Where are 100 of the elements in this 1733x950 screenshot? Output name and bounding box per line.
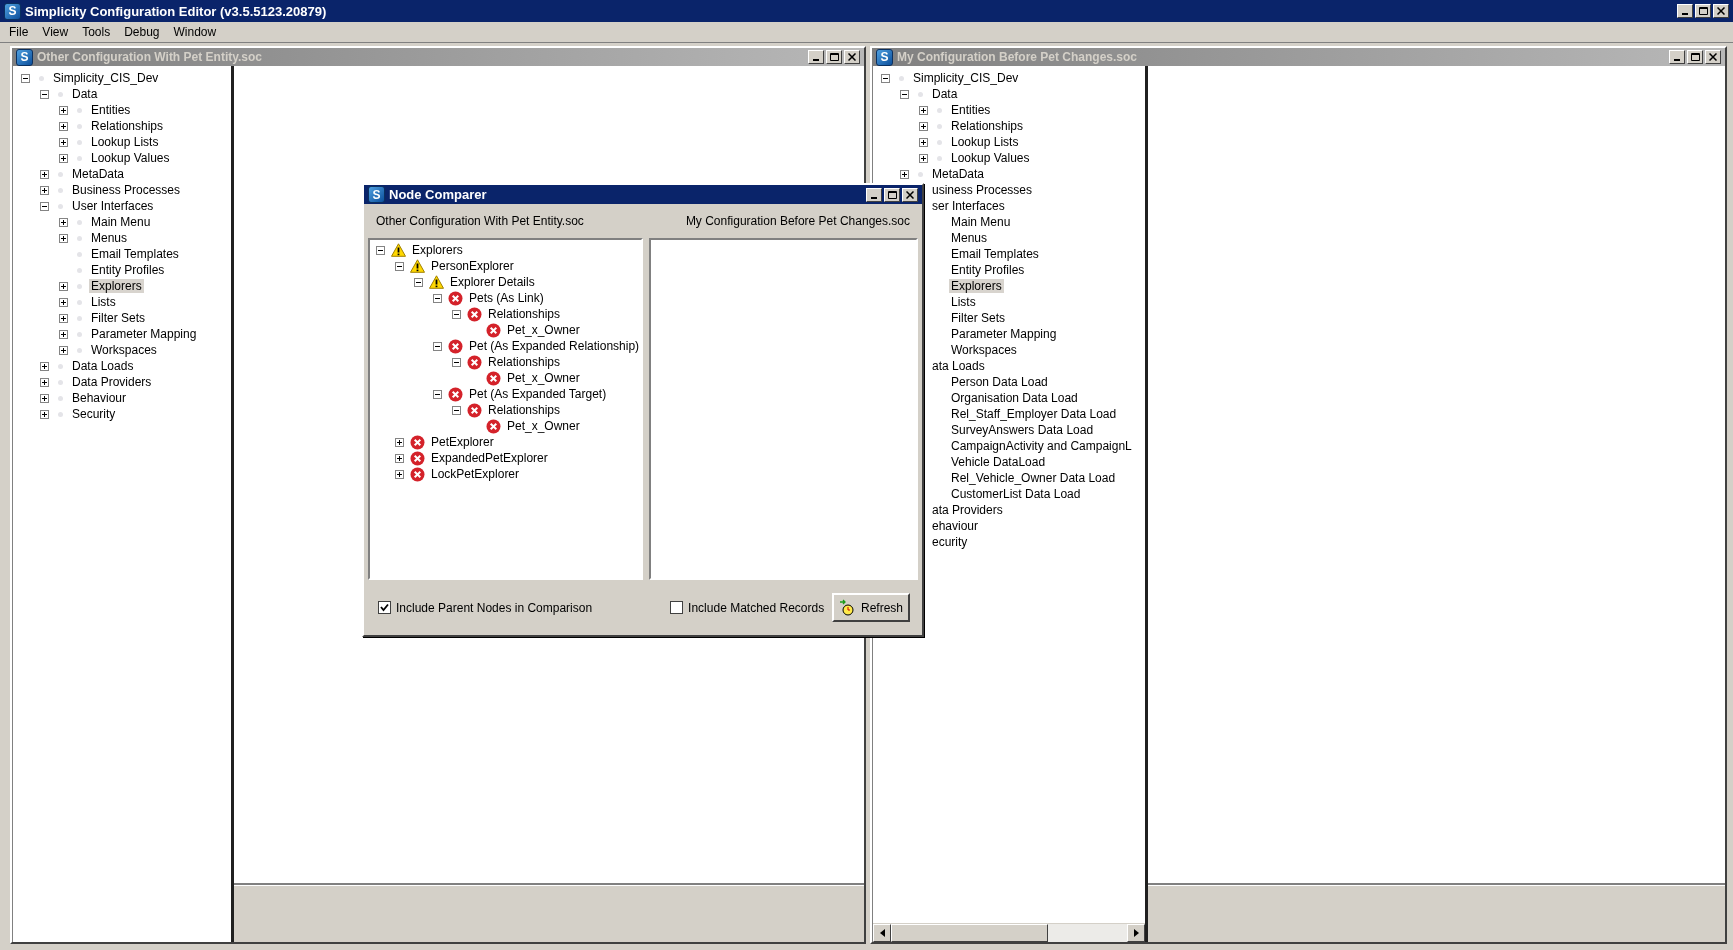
tree-item[interactable]: Explorers (410, 243, 465, 257)
tree-item[interactable]: Relationships (949, 119, 1026, 133)
tree-item[interactable]: Relationships (486, 355, 563, 369)
tree-item[interactable]: Menus (89, 231, 130, 245)
tree-item[interactable]: Pet (As Expanded Relationship) (467, 339, 642, 353)
minimize-button[interactable] (808, 50, 824, 64)
expand-icon[interactable] (39, 377, 49, 387)
tree-item[interactable]: Entity Profiles (949, 263, 1027, 277)
collapse-icon[interactable] (451, 357, 461, 367)
expand-icon[interactable] (58, 281, 68, 291)
menu-item[interactable]: View (35, 25, 76, 39)
expand-icon[interactable] (58, 105, 68, 115)
minimize-button[interactable] (1669, 50, 1685, 64)
collapse-icon[interactable] (394, 261, 404, 271)
tree-item[interactable]: PersonExplorer (429, 259, 516, 273)
tree-item[interactable]: Explorers (89, 279, 144, 293)
tree-item[interactable]: Email Templates (89, 247, 181, 261)
collapse-icon[interactable] (20, 73, 30, 83)
collapse-icon[interactable] (413, 277, 423, 287)
tree-item[interactable]: CampaignActivity and CampaignL (949, 439, 1134, 453)
checkbox[interactable] (378, 601, 391, 614)
tree-item[interactable]: ser Interfaces (930, 199, 1007, 213)
tree-item[interactable]: Organisation Data Load (949, 391, 1080, 405)
tree-item[interactable]: Pets (As Link) (467, 291, 546, 305)
expand-icon[interactable] (39, 361, 49, 371)
tree-item[interactable]: Data (930, 87, 960, 101)
tree-item[interactable]: Rel_Staff_Employer Data Load (949, 407, 1119, 421)
tree-item[interactable]: Explorers (949, 279, 1004, 293)
menu-item[interactable]: File (2, 25, 36, 39)
maximize-button[interactable] (1687, 50, 1703, 64)
tree-item[interactable]: PetExplorer (429, 435, 496, 449)
minimize-button[interactable] (1677, 4, 1693, 18)
menu-item[interactable]: Window (166, 25, 224, 39)
tree-item[interactable]: Main Menu (89, 215, 153, 229)
collapse-icon[interactable] (432, 389, 442, 399)
collapse-icon[interactable] (880, 73, 890, 83)
tree-item[interactable]: Menus (949, 231, 990, 245)
tree-item[interactable]: Lookup Lists (89, 135, 161, 149)
tree-item[interactable]: Simplicity_CIS_Dev (51, 71, 161, 85)
tree-item[interactable]: Data Loads (70, 359, 136, 373)
menu-item[interactable]: Tools (75, 25, 118, 39)
expand-icon[interactable] (58, 297, 68, 307)
expand-icon[interactable] (58, 153, 68, 163)
tree-item[interactable]: Entities (949, 103, 993, 117)
tree-item[interactable]: Parameter Mapping (949, 327, 1059, 341)
refresh-button[interactable]: Refresh (832, 593, 910, 622)
checkbox[interactable] (670, 601, 684, 614)
tree-item[interactable]: Rel_Vehicle_Owner Data Load (949, 471, 1118, 485)
tree-item[interactable]: Filter Sets (89, 311, 147, 325)
expand-icon[interactable] (58, 313, 68, 323)
tree-item[interactable]: Entities (89, 103, 133, 117)
collapse-icon[interactable] (375, 245, 385, 255)
tree-item[interactable]: ExpandedPetExplorer (429, 451, 550, 465)
tree-item[interactable]: Relationships (89, 119, 166, 133)
tree-item[interactable]: Data Providers (70, 375, 154, 389)
tree-item[interactable]: Pet (As Expanded Target) (467, 387, 609, 401)
tree-item[interactable]: Behaviour (70, 391, 129, 405)
tree-item[interactable]: Lookup Lists (949, 135, 1021, 149)
expand-icon[interactable] (58, 217, 68, 227)
menu-item[interactable]: Debug (117, 25, 167, 39)
expand-icon[interactable] (918, 121, 928, 131)
expand-icon[interactable] (39, 409, 49, 419)
tree-item[interactable]: Entity Profiles (89, 263, 167, 277)
tree-item[interactable]: Lists (89, 295, 118, 309)
expand-icon[interactable] (39, 185, 49, 195)
tree-item[interactable]: Data (70, 87, 100, 101)
tree-item[interactable]: Pet_x_Owner (505, 371, 582, 385)
expand-icon[interactable] (58, 329, 68, 339)
close-button[interactable] (844, 50, 860, 64)
expand-icon[interactable] (39, 393, 49, 403)
tree-item[interactable]: Workspaces (949, 343, 1019, 357)
tree-item[interactable]: Business Processes (70, 183, 183, 197)
tree-item[interactable]: Explorer Details (448, 275, 537, 289)
tree-item[interactable]: Workspaces (89, 343, 159, 357)
maximize-button[interactable] (826, 50, 842, 64)
tree-item[interactable]: User Interfaces (70, 199, 156, 213)
tree-item[interactable]: Pet_x_Owner (505, 323, 582, 337)
expand-icon[interactable] (918, 137, 928, 147)
expand-icon[interactable] (58, 233, 68, 243)
expand-icon[interactable] (39, 169, 49, 179)
close-button[interactable] (902, 187, 918, 202)
tree-item[interactable]: LockPetExplorer (429, 467, 522, 481)
tree-item[interactable]: Vehicle DataLoad (949, 455, 1048, 469)
collapse-icon[interactable] (39, 201, 49, 211)
expand-icon[interactable] (394, 453, 404, 463)
tree-item[interactable]: usiness Processes (930, 183, 1035, 197)
tree-item[interactable]: ehaviour (930, 519, 981, 533)
tree-item[interactable]: Relationships (486, 403, 563, 417)
expand-icon[interactable] (918, 105, 928, 115)
tree-item[interactable]: SurveyAnswers Data Load (949, 423, 1096, 437)
expand-icon[interactable] (899, 169, 909, 179)
close-button[interactable] (1705, 50, 1721, 64)
tree-item[interactable]: Security (70, 407, 118, 421)
close-button[interactable] (1713, 4, 1729, 18)
tree-item[interactable]: ata Loads (930, 359, 987, 373)
tree-item[interactable]: Lookup Values (949, 151, 1032, 165)
tree-item[interactable]: Lists (949, 295, 978, 309)
tree-item[interactable]: ecurity (930, 535, 970, 549)
tree-item[interactable]: Lookup Values (89, 151, 172, 165)
tree-item[interactable]: Filter Sets (949, 311, 1007, 325)
